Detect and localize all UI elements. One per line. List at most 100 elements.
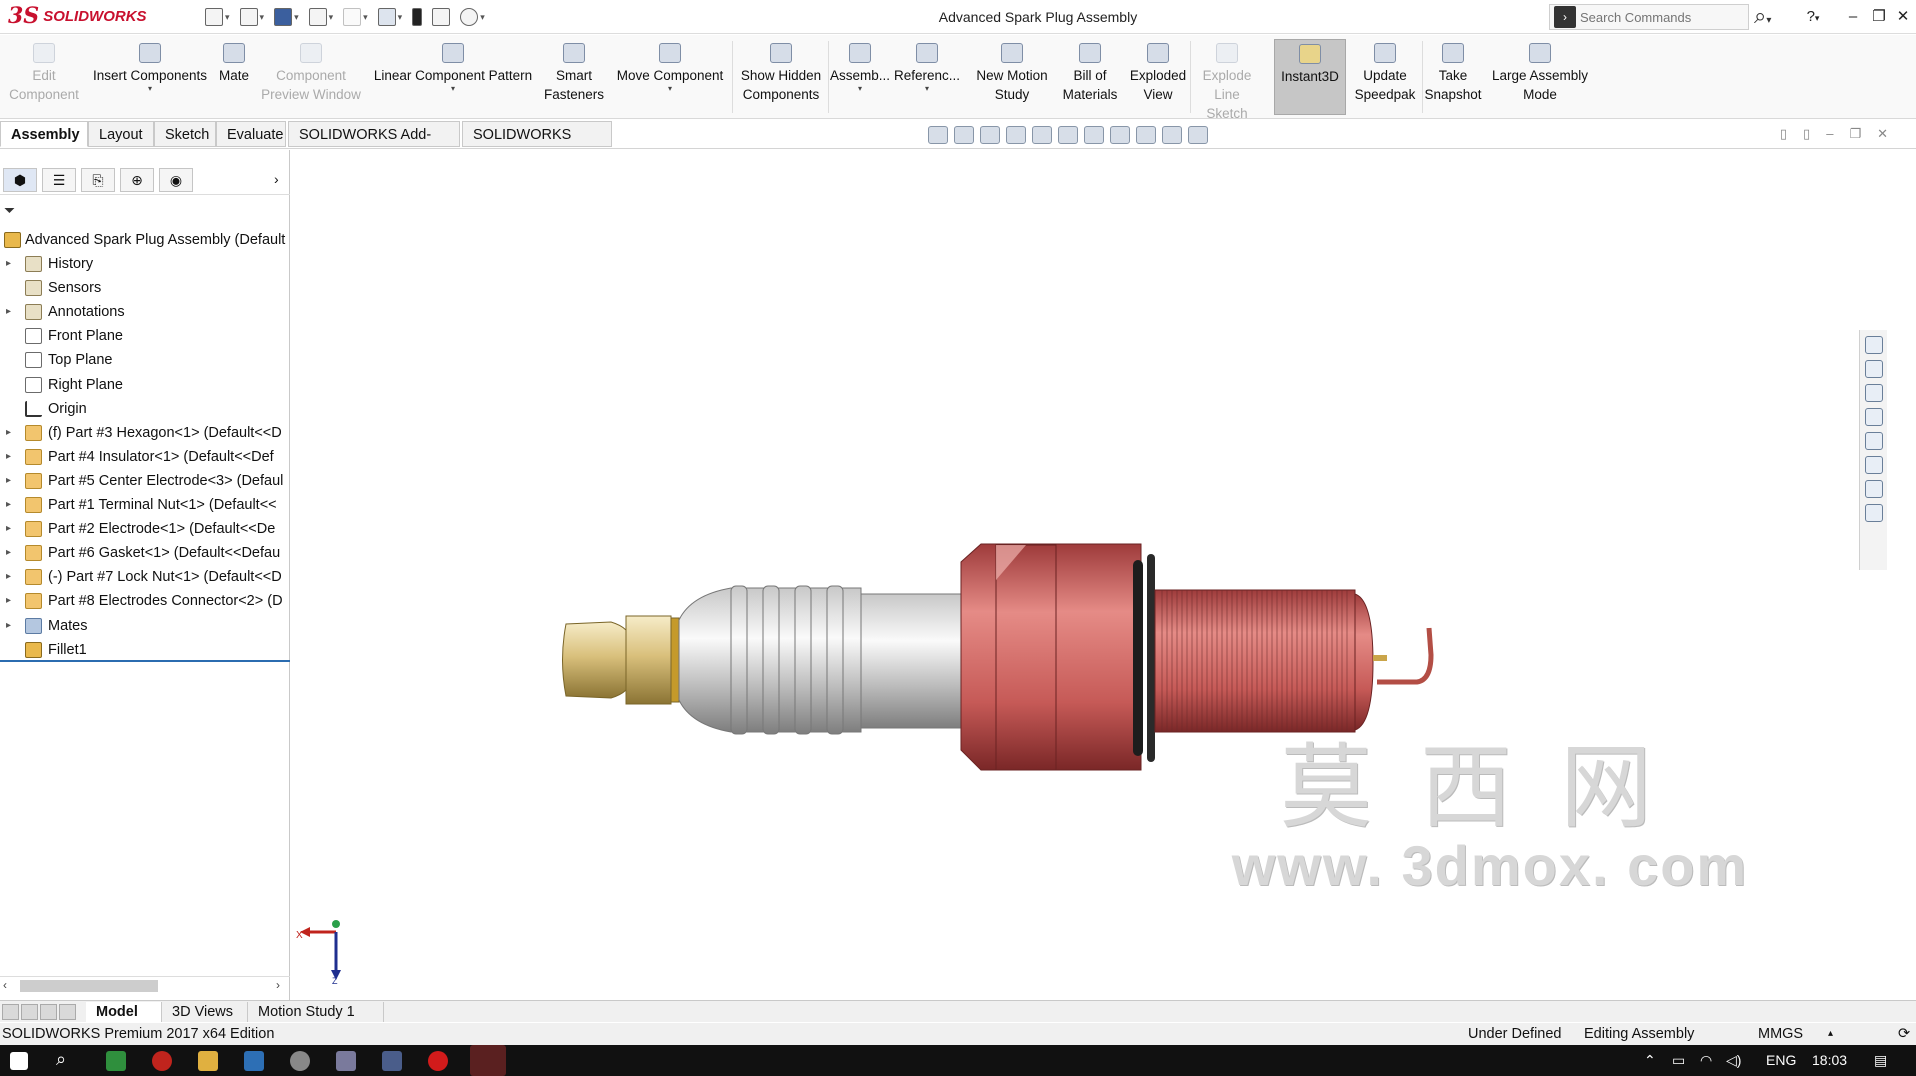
command-tab-evaluate[interactable]: Evaluate xyxy=(216,121,286,147)
graphics-area[interactable] xyxy=(291,150,1887,1000)
app-blue-icon[interactable] xyxy=(382,1051,402,1071)
minimize-icon[interactable]: – xyxy=(1842,6,1864,28)
units-dropdown-icon[interactable]: ▴ xyxy=(1828,1023,1833,1045)
file-explorer-icon[interactable] xyxy=(1864,384,1883,402)
view-palette-icon[interactable] xyxy=(1864,408,1883,426)
close-icon[interactable]: ✕ xyxy=(1892,6,1914,28)
edit-appearance-icon[interactable] xyxy=(1136,126,1156,144)
search-input[interactable] xyxy=(1580,9,1740,25)
ribbon-button-3[interactable]: Component Preview Window xyxy=(256,39,366,115)
app-circle-icon[interactable] xyxy=(290,1051,310,1071)
tree-item[interactable]: Right Plane xyxy=(0,373,290,397)
app-green-icon[interactable] xyxy=(106,1051,126,1071)
hide-show-items-icon[interactable] xyxy=(1110,126,1130,144)
expand-arrow-icon[interactable]: ▸ xyxy=(6,614,11,638)
terminal-nut[interactable] xyxy=(562,615,680,705)
bottom-tab-3d-views[interactable]: 3D Views xyxy=(162,1002,248,1022)
ribbon-dropdown-icon[interactable]: ▾ xyxy=(88,85,212,93)
previous-view-icon[interactable] xyxy=(980,126,1000,144)
ribbon-button-5[interactable]: Smart Fasteners xyxy=(540,39,608,115)
expand-arrow-icon[interactable]: ▸ xyxy=(6,565,11,589)
expand-arrow-icon[interactable]: ▸ xyxy=(6,589,11,613)
command-tab-sketch[interactable]: Sketch xyxy=(154,121,216,147)
expand-arrow-icon[interactable]: ▸ xyxy=(6,421,11,445)
expand-arrow-icon[interactable]: ▸ xyxy=(6,252,11,276)
tree-item[interactable]: Sensors xyxy=(0,276,290,300)
configuration-manager-tab-icon[interactable]: ⎘ xyxy=(81,168,115,192)
start-windows-icon[interactable] xyxy=(10,1052,28,1070)
feature-manager-tab-icon[interactable]: ⬢ xyxy=(3,168,37,192)
rebuild-status-icon[interactable]: ⟳ xyxy=(1898,1023,1910,1045)
steam-icon[interactable] xyxy=(244,1051,264,1071)
command-tab-solidworks-add-ins[interactable]: SOLIDWORKS Add-Ins xyxy=(288,121,460,169)
app-red-icon[interactable] xyxy=(152,1051,172,1071)
expand-arrow-icon[interactable]: ▸ xyxy=(6,469,11,493)
solidworks-taskbar-icon[interactable] xyxy=(470,1045,506,1076)
tree-item[interactable]: ▸ Part #4 Insulator<1> (Default<<Def xyxy=(0,445,290,469)
property-manager-tab-icon[interactable]: ☰ xyxy=(42,168,76,192)
zoom-to-fit-icon[interactable] xyxy=(928,126,948,144)
first-tab-icon[interactable] xyxy=(2,1004,19,1020)
ribbon-button-17[interactable]: Large Assembly Mode xyxy=(1484,39,1596,115)
wifi-icon[interactable]: ◠ xyxy=(1700,1052,1712,1069)
status-units[interactable]: MMGS xyxy=(1758,1023,1803,1045)
volume-icon[interactable]: ◁) xyxy=(1726,1052,1741,1069)
tree-item[interactable]: Front Plane xyxy=(0,324,290,348)
tree-item[interactable]: Fillet1 xyxy=(0,638,290,662)
design-library-icon[interactable] xyxy=(1864,360,1883,378)
tree-item[interactable]: ▸ Part #5 Center Electrode<3> (Defaul xyxy=(0,469,290,493)
ribbon-button-10[interactable]: New Motion Study xyxy=(966,39,1058,115)
view-settings-icon[interactable] xyxy=(1188,126,1208,144)
ribbon-button-4[interactable]: Linear Component Pattern ▾ xyxy=(366,39,540,115)
scroll-thumb[interactable] xyxy=(20,980,158,992)
tree-item[interactable]: ▸ History xyxy=(0,252,290,276)
help-icon[interactable]: ?▾ xyxy=(1802,6,1824,28)
restore-icon[interactable]: ❐ xyxy=(1868,6,1890,28)
tree-item[interactable]: ▸ Part #6 Gasket<1> (Default<<Defau xyxy=(0,541,290,565)
threaded-shell[interactable] xyxy=(1154,589,1374,733)
dynamic-annotation-icon[interactable] xyxy=(1032,126,1052,144)
display-manager-tab-icon[interactable]: ◉ xyxy=(159,168,193,192)
solidworks-forum-icon[interactable] xyxy=(1864,480,1883,498)
scroll-right-icon[interactable]: › xyxy=(276,978,280,992)
zoom-to-area-icon[interactable] xyxy=(954,126,974,144)
gasket[interactable] xyxy=(1133,554,1155,762)
file-explorer-taskbar-icon[interactable] xyxy=(198,1051,218,1071)
tree-item[interactable]: ▸ Part #8 Electrodes Connector<2> (D xyxy=(0,589,290,613)
expand-arrow-icon[interactable]: ▸ xyxy=(6,517,11,541)
custom-properties-icon[interactable] xyxy=(1864,456,1883,474)
tree-item[interactable]: ▸ Part #1 Terminal Nut<1> (Default<< xyxy=(0,493,290,517)
ribbon-button-1[interactable]: Insert Components ▾ xyxy=(88,39,212,115)
action-center-icon[interactable]: ▤ xyxy=(1874,1052,1887,1069)
ribbon-button-6[interactable]: Move Component ▾ xyxy=(608,39,732,115)
tree-item[interactable]: Top Plane xyxy=(0,348,290,372)
language-indicator[interactable]: ENG xyxy=(1766,1052,1796,1068)
ribbon-button-8[interactable]: Assemb... ▾ xyxy=(830,39,890,115)
search-icon[interactable]: ⌕▾ xyxy=(1754,5,1788,29)
app-tool-icon[interactable] xyxy=(336,1051,356,1071)
ribbon-button-7[interactable]: Show Hidden Components xyxy=(734,39,828,115)
tree-item[interactable]: ▸ Part #2 Electrode<1> (Default<<De xyxy=(0,517,290,541)
section-view-icon[interactable] xyxy=(1006,126,1026,144)
view-orientation-icon[interactable] xyxy=(1058,126,1078,144)
tree-item[interactable]: ▸ (f) Part #3 Hexagon<1> (Default<<D xyxy=(0,421,290,445)
expand-panel-icon[interactable]: › xyxy=(274,171,279,187)
expand-arrow-icon[interactable]: ▸ xyxy=(6,493,11,517)
opera-icon[interactable] xyxy=(428,1051,448,1071)
filter-icon[interactable]: ⏷ xyxy=(4,202,15,219)
tray-chevron-icon[interactable]: ⌃ xyxy=(1644,1052,1656,1069)
taskbar-search-icon[interactable]: ⌕ xyxy=(56,1049,66,1070)
hexagon-body[interactable] xyxy=(960,543,1142,771)
appearances-icon[interactable] xyxy=(1864,432,1883,450)
expand-arrow-icon[interactable]: ▸ xyxy=(6,445,11,469)
clock[interactable]: 18:03 xyxy=(1812,1052,1847,1068)
ribbon-dropdown-icon[interactable]: ▾ xyxy=(608,85,732,93)
3dcontentcentral-icon[interactable] xyxy=(1864,504,1883,522)
solidworks-resources-icon[interactable] xyxy=(1864,336,1883,354)
tree-item[interactable]: ▸ Annotations xyxy=(0,300,290,324)
ribbon-dropdown-icon[interactable]: ▾ xyxy=(892,85,962,93)
display-style-icon[interactable] xyxy=(1084,126,1104,144)
ground-electrode[interactable] xyxy=(1373,627,1434,685)
insulator[interactable] xyxy=(678,585,962,735)
ribbon-button-9[interactable]: Referenc... ▾ xyxy=(892,39,962,115)
